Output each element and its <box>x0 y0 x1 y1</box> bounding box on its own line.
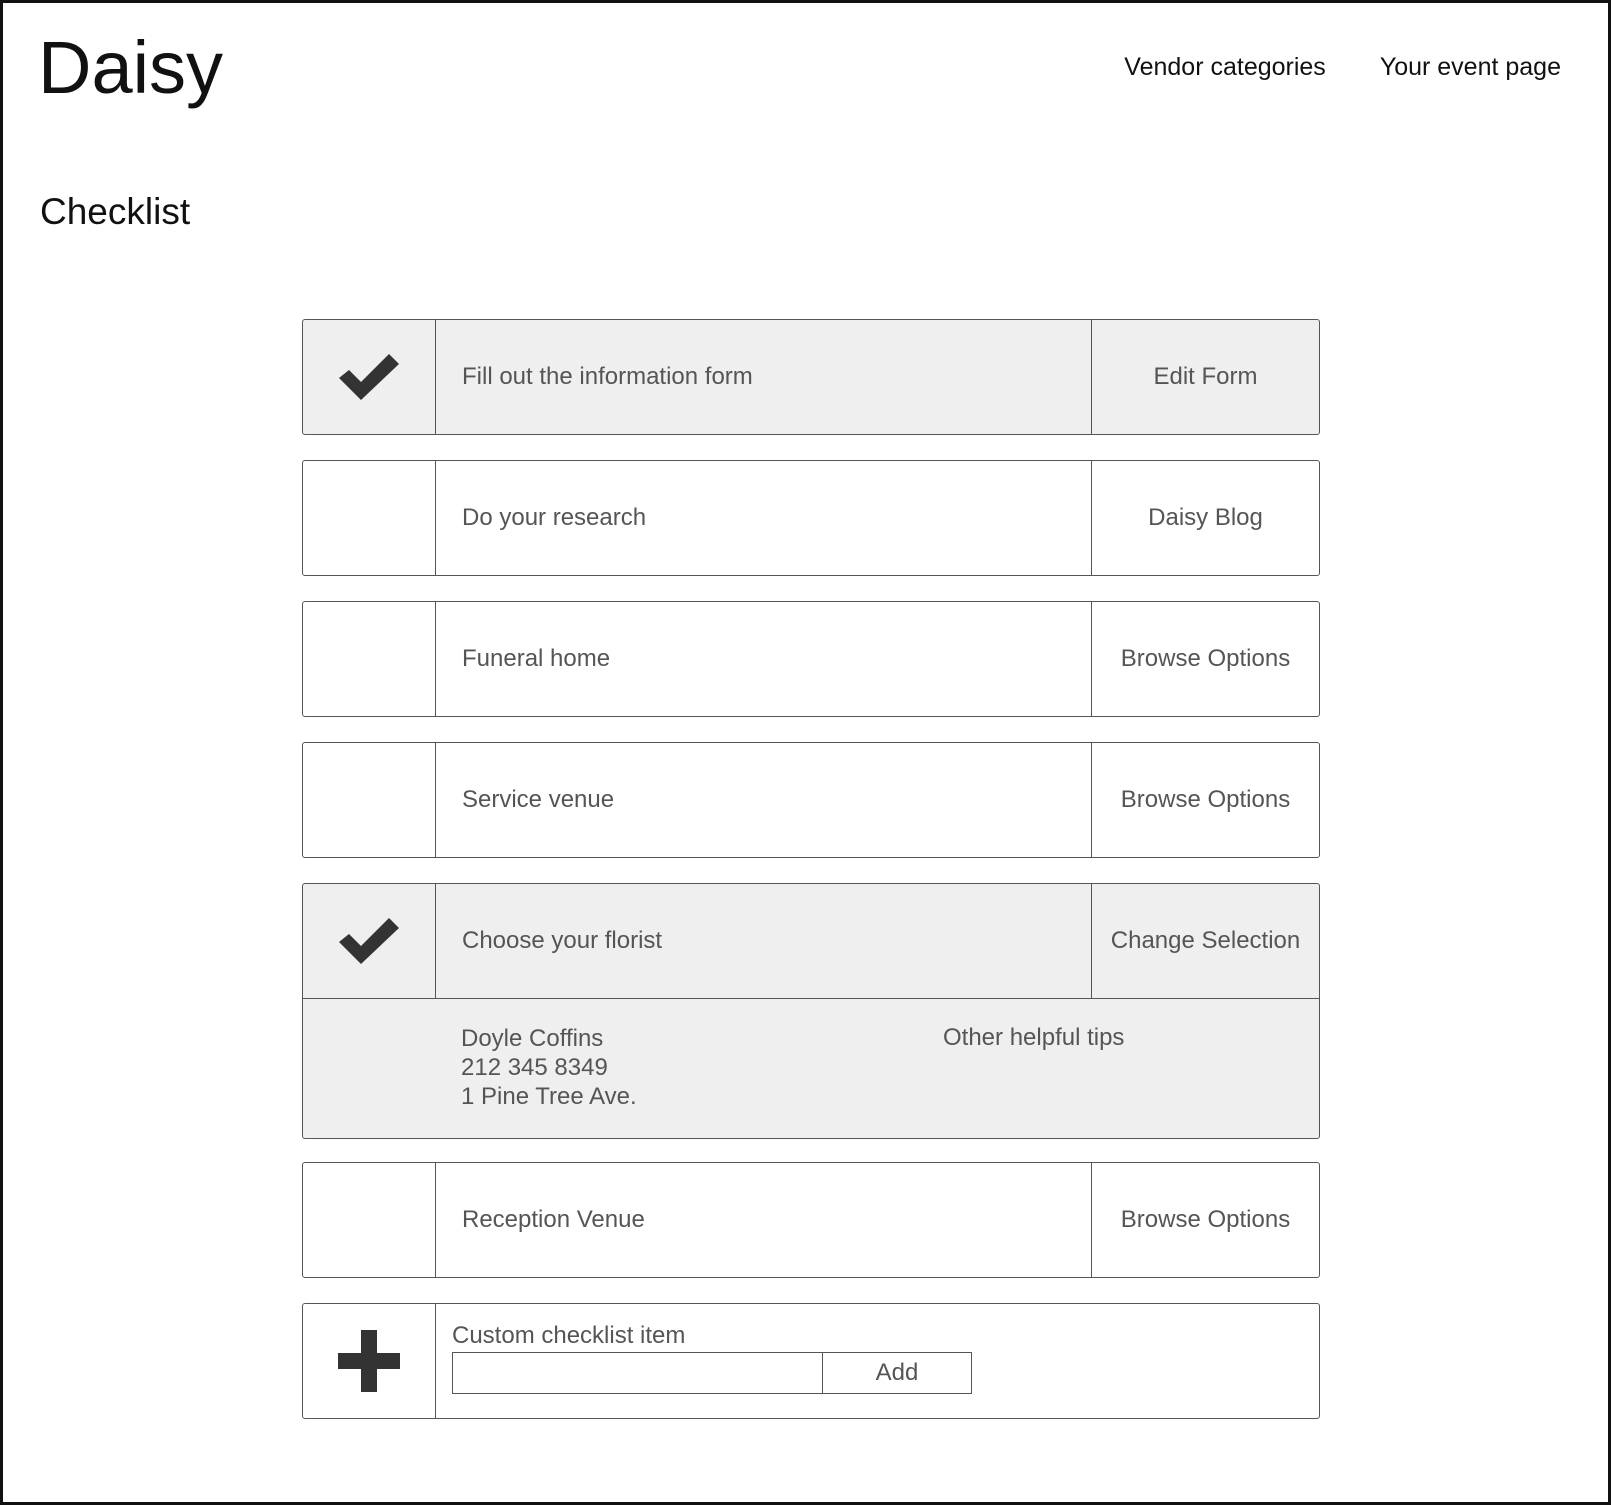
change-selection-button[interactable]: Change Selection <box>1092 884 1319 998</box>
checkbox[interactable] <box>303 743 436 857</box>
checklist-item-service-venue: Service venue Browse Options <box>302 742 1320 858</box>
custom-item-input[interactable] <box>452 1352 822 1394</box>
vendor-phone: 212 345 8349 <box>461 1054 608 1081</box>
item-label: Choose your florist <box>436 884 1092 998</box>
add-button[interactable]: Add <box>822 1352 972 1394</box>
checklist-item-funeral-home: Funeral home Browse Options <box>302 601 1320 717</box>
checklist-item-information-form: Fill out the information form Edit Form <box>302 319 1320 435</box>
edit-form-button[interactable]: Edit Form <box>1092 320 1319 434</box>
item-label: Reception Venue <box>436 1163 1092 1277</box>
daisy-blog-link[interactable]: Daisy Blog <box>1092 461 1319 575</box>
florist-details: Doyle Coffins 212 345 8349 1 Pine Tree A… <box>302 999 1320 1139</box>
logo[interactable]: Daisy <box>38 31 223 105</box>
custom-item-label: Custom checklist item <box>452 1322 686 1349</box>
vendor-contact: Doyle Coffins 212 345 8349 1 Pine Tree A… <box>461 1024 637 1111</box>
vendor-address: 1 Pine Tree Ave. <box>461 1083 637 1110</box>
checklist-item-reception-venue: Reception Venue Browse Options <box>302 1162 1320 1278</box>
checkbox[interactable] <box>303 602 436 716</box>
add-custom-item[interactable] <box>303 1304 436 1418</box>
custom-checklist-row: Custom checklist item Add <box>302 1303 1320 1419</box>
item-label: Do your research <box>436 461 1092 575</box>
browse-options-button[interactable]: Browse Options <box>1092 1163 1319 1277</box>
item-label: Funeral home <box>436 602 1092 716</box>
item-label: Fill out the information form <box>436 320 1092 434</box>
vendor-name: Doyle Coffins <box>461 1025 604 1052</box>
checklist-item-research: Do your research Daisy Blog <box>302 460 1320 576</box>
top-nav: Vendor categories Your event page <box>1124 53 1561 82</box>
checkmark-icon <box>339 918 399 964</box>
item-label: Service venue <box>436 743 1092 857</box>
custom-item-form: Custom checklist item Add <box>436 1304 1319 1418</box>
browse-options-button[interactable]: Browse Options <box>1092 743 1319 857</box>
browse-options-button[interactable]: Browse Options <box>1092 602 1319 716</box>
checkbox[interactable] <box>303 1163 436 1277</box>
checkbox[interactable] <box>303 461 436 575</box>
page-title: Checklist <box>40 191 191 232</box>
nav-your-event-page[interactable]: Your event page <box>1380 53 1561 82</box>
checkbox[interactable] <box>303 884 436 998</box>
checkbox[interactable] <box>303 320 436 434</box>
plus-icon <box>338 1330 400 1392</box>
checklist-item-florist: Choose your florist Change Selection <box>302 883 1320 999</box>
checkmark-icon <box>339 354 399 400</box>
checklist: Fill out the information form Edit Form … <box>302 319 1320 1444</box>
helpful-tips-link[interactable]: Other helpful tips <box>943 1024 1124 1052</box>
page-frame: Daisy Vendor categories Your event page … <box>0 0 1611 1505</box>
nav-vendor-categories[interactable]: Vendor categories <box>1124 53 1326 82</box>
